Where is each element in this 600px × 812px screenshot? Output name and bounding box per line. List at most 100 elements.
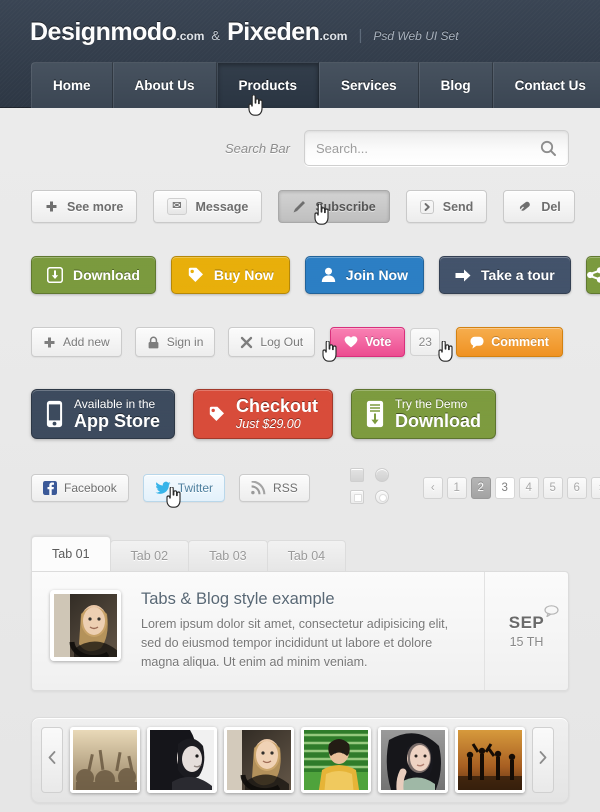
button-label: See more: [67, 199, 124, 214]
post-thumbnail[interactable]: [50, 590, 121, 661]
lock-icon: [147, 336, 160, 349]
post-date-badge: SEP 15 TH: [484, 572, 568, 690]
button-comment[interactable]: Comment: [456, 327, 563, 357]
pagination-page-2[interactable]: 2: [470, 477, 491, 499]
vote-count: 23: [410, 328, 441, 356]
plus-icon: [45, 200, 58, 213]
carousel-next-button[interactable]: [532, 727, 554, 793]
chevron-right-icon: [419, 199, 434, 214]
nav-item-label: Products: [238, 78, 298, 93]
comment-label: Comment: [491, 335, 549, 349]
tab-tab-01[interactable]: Tab 01: [31, 536, 111, 571]
rss-icon: [251, 481, 266, 495]
button-take-a-tour[interactable]: Take a tour: [439, 256, 571, 294]
chevron-left-icon: [48, 751, 56, 769]
nav-item-contact-us[interactable]: Contact Us: [492, 62, 600, 108]
logo-pixeden: Pixeden: [227, 18, 320, 46]
image-carousel: [31, 717, 569, 803]
nav-item-label: Contact Us: [514, 78, 586, 93]
social-toggles-pagination-row: Facebook Twitter RSS ‹123456›: [0, 468, 600, 508]
button-sign-in[interactable]: Sign in: [134, 327, 216, 357]
post-date-month: SEP: [508, 613, 545, 632]
button-twitter[interactable]: Twitter: [142, 474, 226, 502]
button-label: Join Now: [345, 267, 409, 283]
checkbox-checked[interactable]: [349, 468, 364, 482]
tab-panel: Tabs & Blog style example Lorem ipsum do…: [31, 571, 569, 691]
eraser-icon: [517, 199, 532, 214]
logo-divider: |: [358, 27, 363, 44]
search-icon[interactable]: [540, 140, 557, 157]
button-label: RSS: [273, 481, 298, 495]
nav-item-about-us[interactable]: About Us: [112, 62, 217, 108]
share-icon: [586, 267, 600, 283]
nav-item-services[interactable]: Services: [319, 62, 419, 108]
button-rss[interactable]: RSS: [239, 474, 310, 502]
button-send[interactable]: Send: [405, 190, 488, 223]
button-see-more[interactable]: See more: [31, 190, 138, 223]
logo-pixeden-tld: .com: [319, 29, 348, 43]
carousel-prev-button[interactable]: [41, 727, 63, 793]
main-navigation: Home About Us Products Services Blog Con…: [31, 62, 600, 108]
tab-tab-03[interactable]: Tab 03: [188, 540, 268, 571]
carousel-item-5[interactable]: [378, 727, 448, 793]
promo-app-store[interactable]: Available in the App Store: [31, 389, 176, 439]
carousel-item-3[interactable]: [224, 727, 294, 793]
nav-item-label: Blog: [440, 78, 471, 93]
tag-icon: [187, 267, 204, 283]
tab-label: Tab 01: [52, 547, 90, 561]
carousel-item-4[interactable]: [301, 727, 371, 793]
button-add-new[interactable]: Add new: [31, 327, 122, 357]
tab-label: Tab 03: [209, 549, 247, 563]
pagination-page-4[interactable]: 4: [518, 477, 539, 499]
speech-bubble-icon: [470, 336, 484, 349]
checkbox-unchecked[interactable]: [349, 490, 364, 504]
button-buy-now[interactable]: Buy Now: [170, 256, 290, 294]
carousel-item-2[interactable]: [147, 727, 217, 793]
nav-item-blog[interactable]: Blog: [418, 62, 493, 108]
heart-icon: [344, 335, 358, 349]
post-date-day: 15 TH: [509, 635, 544, 649]
button-subscribe[interactable]: Subscribe: [278, 190, 390, 223]
pagination-page-1[interactable]: 1: [446, 477, 467, 499]
tab-tab-04[interactable]: Tab 04: [266, 540, 347, 571]
search-bar-row: Search Bar: [0, 108, 600, 166]
button-vote[interactable]: Vote: [330, 327, 406, 357]
search-box[interactable]: [304, 130, 569, 166]
download-doc-icon: [366, 400, 384, 428]
toggle-group: [349, 468, 397, 508]
tab-list: Tab 01 Tab 02 Tab 03 Tab 04: [31, 536, 569, 571]
pagination-next[interactable]: ›: [590, 477, 600, 499]
nav-item-home[interactable]: Home: [31, 62, 113, 108]
logo-designmodo-tld: .com: [176, 29, 205, 43]
tag-icon: [208, 406, 225, 422]
button-facebook[interactable]: Facebook: [31, 474, 129, 502]
radio-unchecked[interactable]: [374, 490, 389, 504]
carousel-item-6[interactable]: [455, 727, 525, 793]
search-input[interactable]: [316, 140, 540, 156]
promo-just-29-00[interactable]: Checkout Just $29.00: [193, 389, 334, 439]
tab-label: Tab 02: [130, 549, 169, 563]
user-icon: [321, 267, 336, 283]
pagination-page-3[interactable]: 3: [494, 477, 515, 499]
pencil-icon: [292, 200, 306, 214]
button-label: Sign in: [166, 335, 204, 349]
button-del[interactable]: Del: [503, 190, 575, 223]
button-join-now[interactable]: Join Now: [304, 256, 425, 294]
pagination-page-6[interactable]: 6: [566, 477, 587, 499]
tab-label: Tab 04: [287, 549, 326, 563]
button-message[interactable]: ✉ Message: [153, 190, 263, 223]
carousel-item-1[interactable]: [70, 727, 140, 793]
logo: Designmodo .com & Pixeden .com | Psd Web…: [0, 0, 600, 47]
nav-item-products[interactable]: Products: [216, 62, 320, 108]
promo-line1: Try the Demo: [395, 397, 468, 411]
button-log-out[interactable]: Log Out: [228, 327, 316, 357]
radio-checked[interactable]: [374, 468, 389, 482]
pagination-prev[interactable]: ‹: [422, 477, 443, 499]
button-download[interactable]: Download: [31, 256, 156, 294]
promo-download[interactable]: Try the Demo Download: [351, 389, 497, 439]
tab-tab-02[interactable]: Tab 02: [109, 540, 190, 571]
button-share[interactable]: [585, 256, 600, 294]
pagination-page-5[interactable]: 5: [542, 477, 563, 499]
button-row-gray: See more ✉ Message Subscribe Send Del: [0, 190, 600, 223]
carousel-items: [70, 727, 525, 793]
